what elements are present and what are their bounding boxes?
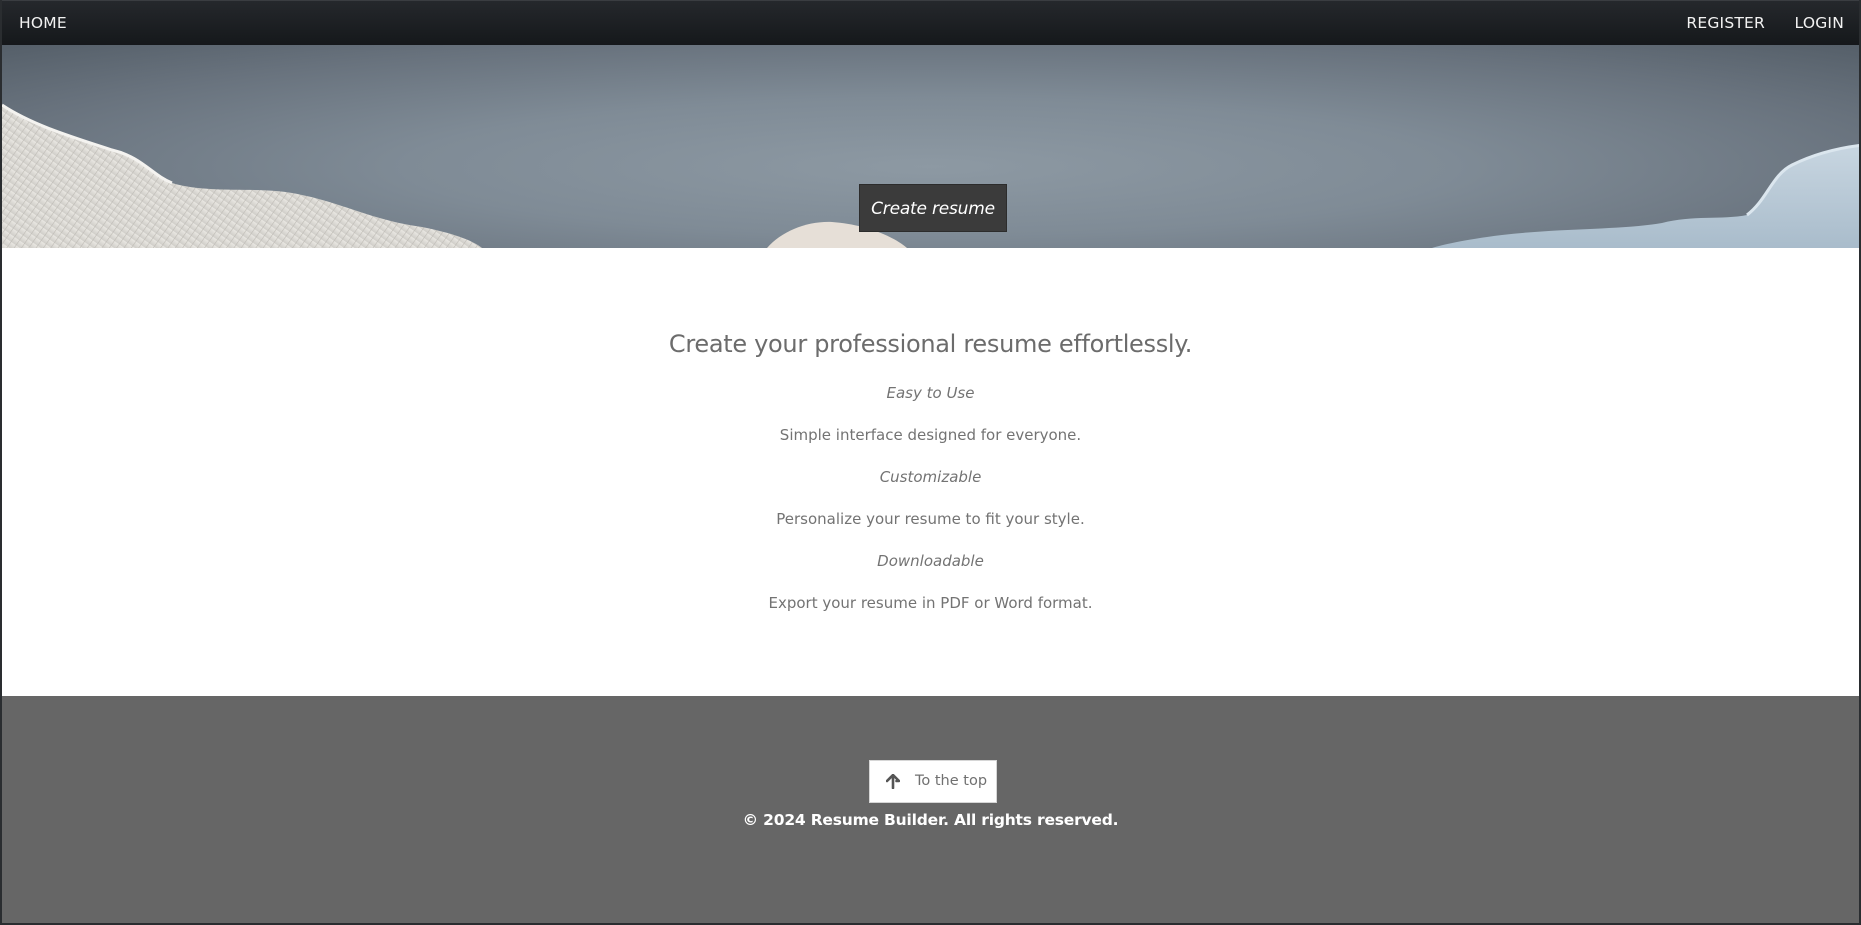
- create-resume-button[interactable]: Create resume: [859, 184, 1007, 232]
- hero-banner: Create resume: [2, 45, 1859, 248]
- feature-description: Export your resume in PDF or Word format…: [768, 594, 1093, 612]
- feature-title: Customizable: [879, 468, 982, 486]
- feature-title: Downloadable: [877, 552, 984, 570]
- page-footer: To the top © 2024 Resume Builder. All ri…: [2, 696, 1859, 923]
- top-navbar: HOME REGISTER LOGIN: [2, 0, 1859, 45]
- arrow-up-icon: [886, 774, 900, 789]
- nav-login-link[interactable]: LOGIN: [1795, 1, 1844, 46]
- to-the-top-label: To the top: [915, 773, 988, 789]
- main-content: Create your professional resume effortle…: [2, 248, 1859, 696]
- page: HOME REGISTER LOGIN Create resume Create…: [0, 0, 1861, 925]
- to-the-top-button[interactable]: To the top: [869, 760, 997, 803]
- nav-register-link[interactable]: REGISTER: [1686, 1, 1765, 46]
- copyright-text: © 2024 Resume Builder. All rights reserv…: [742, 811, 1119, 829]
- feature-title: Easy to Use: [886, 384, 975, 402]
- nav-home-link[interactable]: HOME: [19, 1, 67, 46]
- feature-description: Simple interface designed for everyone.: [779, 426, 1082, 444]
- page-tagline: Create your professional resume effortle…: [668, 330, 1193, 358]
- feature-description: Personalize your resume to fit your styl…: [776, 510, 1085, 528]
